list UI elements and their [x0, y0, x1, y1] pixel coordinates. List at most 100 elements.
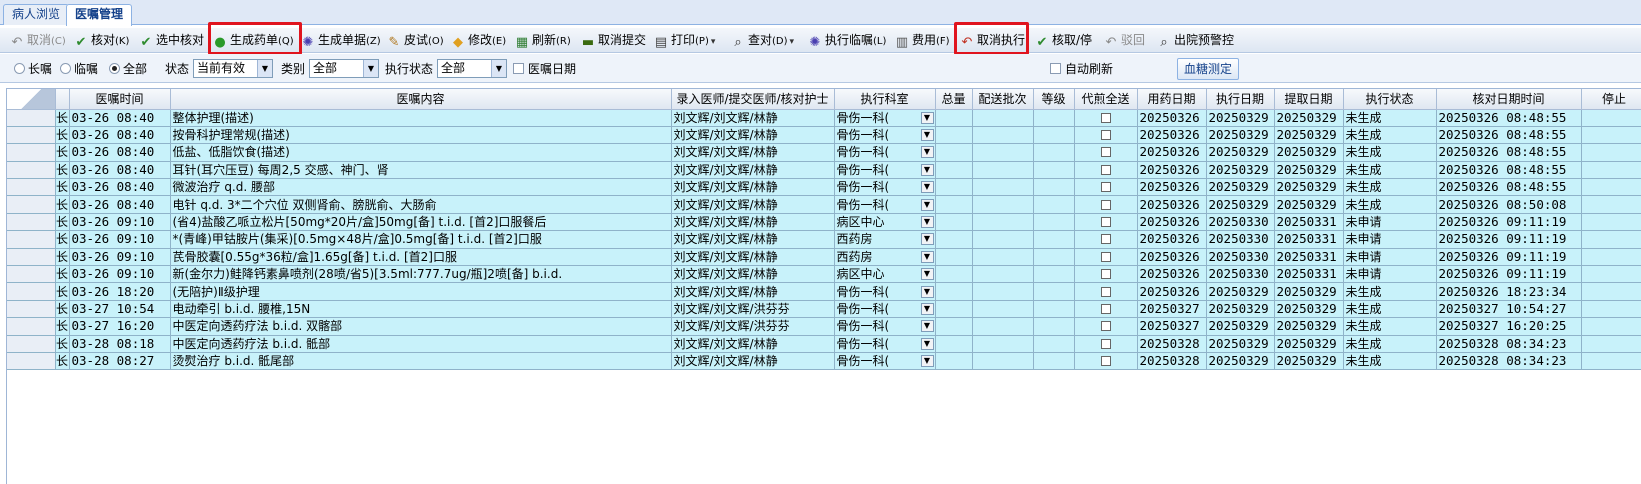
- row-selector[interactable]: [7, 230, 56, 249]
- checkbox-icon[interactable]: [1100, 130, 1111, 141]
- row-selector[interactable]: [7, 265, 56, 284]
- toolbar-button-16[interactable]: ⌕ 出院预警控: [1157, 30, 1234, 51]
- chevron-down-icon[interactable]: ▼: [920, 163, 934, 176]
- order-date-checkbox[interactable]: 医嘱日期: [513, 60, 576, 78]
- dept-cell[interactable]: 骨伤一科(▼: [834, 126, 936, 145]
- row-selector[interactable]: [7, 282, 56, 301]
- chevron-down-icon[interactable]: ▼: [920, 181, 934, 194]
- chevron-down-icon[interactable]: ▼: [920, 355, 934, 368]
- toolbar-button-7[interactable]: ▦ 刷新(R): [515, 30, 571, 51]
- select-all-corner[interactable]: [7, 89, 56, 110]
- checkbox-icon[interactable]: [1100, 338, 1111, 349]
- toolbar-button-1[interactable]: ✔ 核对(K): [74, 30, 130, 51]
- table-row[interactable]: 长 03-26 18:20 (无陪护)Ⅱ级护理 刘文辉/刘文辉/林静 骨伤一科(▼ 202…: [7, 282, 1641, 301]
- table-row[interactable]: 长 03-28 08:27 烫熨治疗 b.i.d. 骶尾部 刘文辉/刘文辉/林静 骨伤一…: [7, 352, 1641, 371]
- toolbar-button-12[interactable]: ▥ 费用(F): [895, 30, 950, 51]
- chevron-down-icon[interactable]: ▼: [363, 60, 378, 77]
- toolbar-button-10[interactable]: ⌕ 查对(D) ▾: [731, 30, 794, 51]
- dept-cell[interactable]: 骨伤一科(▼: [834, 178, 936, 197]
- checkbox-icon[interactable]: [1100, 199, 1111, 210]
- checkbox-icon[interactable]: [1100, 356, 1111, 367]
- column-header[interactable]: 代煎全送: [1074, 89, 1138, 110]
- table-row[interactable]: 长 03-26 08:40 电针 q.d. 3*二个穴位 双侧肾俞、膀胱俞、大肠俞刘…: [7, 195, 1641, 214]
- dept-cell[interactable]: 骨伤一科(▼: [834, 161, 936, 180]
- chevron-down-icon[interactable]: ▼: [920, 250, 934, 263]
- dept-cell[interactable]: 骨伤一科(▼: [834, 282, 936, 301]
- toolbar-button-0[interactable]: ↶ 取消(C): [10, 30, 66, 51]
- tab-patient-browse[interactable]: 病人浏览: [3, 4, 70, 25]
- column-header[interactable]: 执行状态: [1343, 89, 1437, 110]
- column-header[interactable]: 配送批次: [972, 89, 1034, 110]
- dept-cell[interactable]: 骨伤一科(▼: [834, 109, 936, 127]
- column-header[interactable]: 提取日期: [1274, 89, 1344, 110]
- chevron-down-icon[interactable]: ▼: [491, 60, 506, 77]
- table-row[interactable]: 长 03-26 09:10 (省4)盐酸乙哌立松片[50mg*20片/盒]50mg[…: [7, 213, 1641, 232]
- category-select[interactable]: 全部 ▼: [309, 59, 379, 78]
- checkbox-icon[interactable]: [1100, 303, 1111, 314]
- auto-refresh-checkbox[interactable]: 自动刷新: [1050, 60, 1113, 78]
- row-selector[interactable]: [7, 213, 56, 232]
- column-header[interactable]: 执行科室: [834, 89, 936, 110]
- checkbox-icon[interactable]: [1100, 164, 1111, 175]
- table-row[interactable]: 长 03-26 08:40 按骨科护理常规(描述) 刘文辉/刘文辉/林静 骨伤一科(▼ 2…: [7, 126, 1641, 145]
- toolbar-button-2[interactable]: ✔ 选中核对: [139, 30, 204, 51]
- row-selector[interactable]: [7, 352, 56, 371]
- row-selector[interactable]: [7, 161, 56, 180]
- chevron-down-icon[interactable]: ▼: [257, 60, 272, 77]
- column-header[interactable]: 核对日期时间: [1436, 89, 1582, 110]
- checkbox-icon[interactable]: [1100, 217, 1111, 228]
- table-row[interactable]: 长 03-27 16:20 中医定向透药疗法 b.i.d. 双髂部 刘文辉/刘文辉/洪…: [7, 317, 1641, 336]
- chevron-down-icon[interactable]: ▼: [920, 216, 934, 229]
- exec-status-select[interactable]: 全部 ▼: [437, 59, 507, 78]
- column-header[interactable]: 总量: [935, 89, 973, 110]
- table-row[interactable]: 长 03-26 08:40 整体护理(描述) 刘文辉/刘文辉/林静 骨伤一科(▼ 2025…: [7, 109, 1641, 127]
- dept-cell[interactable]: 骨伤一科(▼: [834, 143, 936, 162]
- row-selector[interactable]: [7, 335, 56, 353]
- dept-cell[interactable]: 西药房 ▼: [834, 248, 936, 267]
- toolbar-button-6[interactable]: ◆ 修改(E): [451, 30, 506, 51]
- row-selector[interactable]: [7, 178, 56, 197]
- dept-cell[interactable]: 骨伤一科(▼: [834, 317, 936, 336]
- checkbox-icon[interactable]: [1100, 234, 1111, 245]
- column-header[interactable]: 医嘱内容: [170, 89, 672, 110]
- dept-cell[interactable]: 病区中心 ▼: [834, 213, 936, 232]
- table-row[interactable]: 长 03-26 09:10 *(青峰)甲钴胺片(集采)[0.5mg×48片/盒]0.…: [7, 230, 1641, 249]
- chevron-down-icon[interactable]: ▼: [920, 146, 934, 159]
- column-header[interactable]: 等级: [1033, 89, 1075, 110]
- column-header[interactable]: 执行日期: [1206, 89, 1275, 110]
- row-selector[interactable]: [7, 317, 56, 336]
- toolbar-button-5[interactable]: ✎ 皮试(O): [387, 30, 444, 51]
- chevron-down-icon[interactable]: ▼: [920, 129, 934, 142]
- checkbox-icon[interactable]: [1100, 286, 1111, 297]
- radio-temp-order[interactable]: 临嘱: [60, 60, 98, 78]
- toolbar-button-9[interactable]: ▤ 打印(P) ▾: [654, 30, 716, 51]
- toolbar-button-8[interactable]: ▬ 取消提交: [581, 30, 646, 51]
- checkbox-icon[interactable]: [1100, 182, 1111, 193]
- blood-sugar-button[interactable]: 血糖测定: [1177, 58, 1240, 80]
- row-selector[interactable]: [7, 143, 56, 162]
- checkbox-icon[interactable]: [1100, 112, 1111, 123]
- dept-cell[interactable]: 骨伤一科(▼: [834, 300, 936, 319]
- checkbox-icon[interactable]: [1100, 269, 1111, 280]
- status-select[interactable]: 当前有效 ▼: [193, 59, 273, 78]
- table-row[interactable]: 长 03-26 08:40 耳针(耳穴压豆) 每周2,5 交感、神门、肾 刘文辉/刘文…: [7, 161, 1641, 180]
- row-selector[interactable]: [7, 126, 56, 145]
- chevron-down-icon[interactable]: ▼: [920, 320, 934, 333]
- column-header[interactable]: 停止: [1581, 89, 1641, 110]
- column-header[interactable]: 用药日期: [1137, 89, 1207, 110]
- chevron-down-icon[interactable]: ▼: [920, 111, 934, 124]
- table-row[interactable]: 长 03-26 09:10 芪骨胶囊[0.55g*36粒/盒]1.65g[备] t.…: [7, 248, 1641, 267]
- dept-cell[interactable]: 骨伤一科(▼: [834, 352, 936, 371]
- table-row[interactable]: 长 03-26 09:10 新(金尔力)鲑降钙素鼻喷剂(28喷/省5)[3.5ml:…: [7, 265, 1641, 284]
- chevron-down-icon[interactable]: ▼: [920, 337, 934, 350]
- radio-long-order[interactable]: 长嘱: [14, 60, 52, 78]
- checkbox-icon[interactable]: [1100, 251, 1111, 262]
- toolbar-button-14[interactable]: ✔ 核取/停: [1035, 30, 1093, 51]
- table-row[interactable]: 长 03-27 10:54 电动牵引 b.i.d. 腰椎,15N 刘文辉/刘文辉/洪芬…: [7, 300, 1641, 319]
- checkbox-icon[interactable]: [1100, 321, 1111, 332]
- chevron-down-icon[interactable]: ▼: [920, 302, 934, 315]
- table-row[interactable]: 长 03-26 08:40 低盐、低脂饮食(描述) 刘文辉/刘文辉/林静 骨伤一科(▼ 2…: [7, 143, 1641, 162]
- chevron-down-icon[interactable]: ▾: [711, 37, 716, 47]
- row-selector[interactable]: [7, 109, 56, 127]
- dept-cell[interactable]: 骨伤一科(▼: [834, 195, 936, 214]
